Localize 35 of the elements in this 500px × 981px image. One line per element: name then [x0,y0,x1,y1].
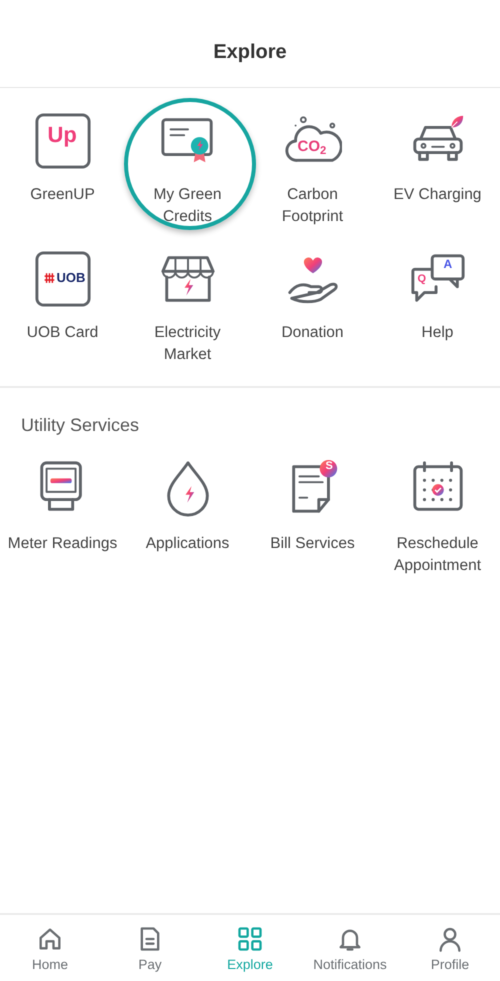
nav-tab[interactable]: Notifications [300,915,400,981]
icon-lettering: S [326,461,333,472]
explore-tile[interactable]: CO$_{2}$ Carbon Footprint [250,88,375,226]
tile-label: Help [420,323,454,343]
tile-label: Donation [280,323,345,343]
tile-label[interactable]: Meter Readings [6,533,118,555]
tile-label[interactable]: Bill Services [256,533,368,555]
tile-label: Electricity Market [153,323,222,365]
page-title: Explore [213,40,287,64]
explore-tile[interactable]: My Green Credits [125,88,250,226]
explore-tile[interactable]: Up GreenUP [0,88,125,226]
icon-lettering: CO$_{2}$ [298,139,326,154]
tile-label: GreenUP [29,185,96,205]
tile-label: UOB Card [26,323,100,343]
explore-tile[interactable]: EV Charging [375,88,500,226]
nav-tab[interactable]: Profile [400,915,500,981]
tile-label: My Green Credits [152,185,223,227]
explore-tile[interactable]: UOB UOB Card [0,226,125,364]
icon-lettering: Up [48,124,77,146]
section-title: Utility Services [20,414,140,437]
explore-tile[interactable]: Donation [250,226,375,364]
tile-label: EV Charging [392,185,482,205]
icon-lettering: UOB [56,271,86,284]
card-icon [34,250,92,308]
app-tile-icon [34,112,92,170]
tile-label[interactable]: Applications [132,533,244,555]
tile-label: Carbon Footprint [280,185,344,227]
grid-icon [236,925,264,953]
nav-tab[interactable]: Pay [100,915,200,981]
icon-lettering: Q [418,274,426,285]
explore-tile[interactable]: Electricity Market [125,226,250,364]
explore-tile[interactable]: Q A Help [375,226,500,364]
nav-tab[interactable]: Home [0,915,100,981]
tile-label[interactable]: Reschedule Appointment [382,533,494,577]
icon-lettering: A [444,258,452,270]
